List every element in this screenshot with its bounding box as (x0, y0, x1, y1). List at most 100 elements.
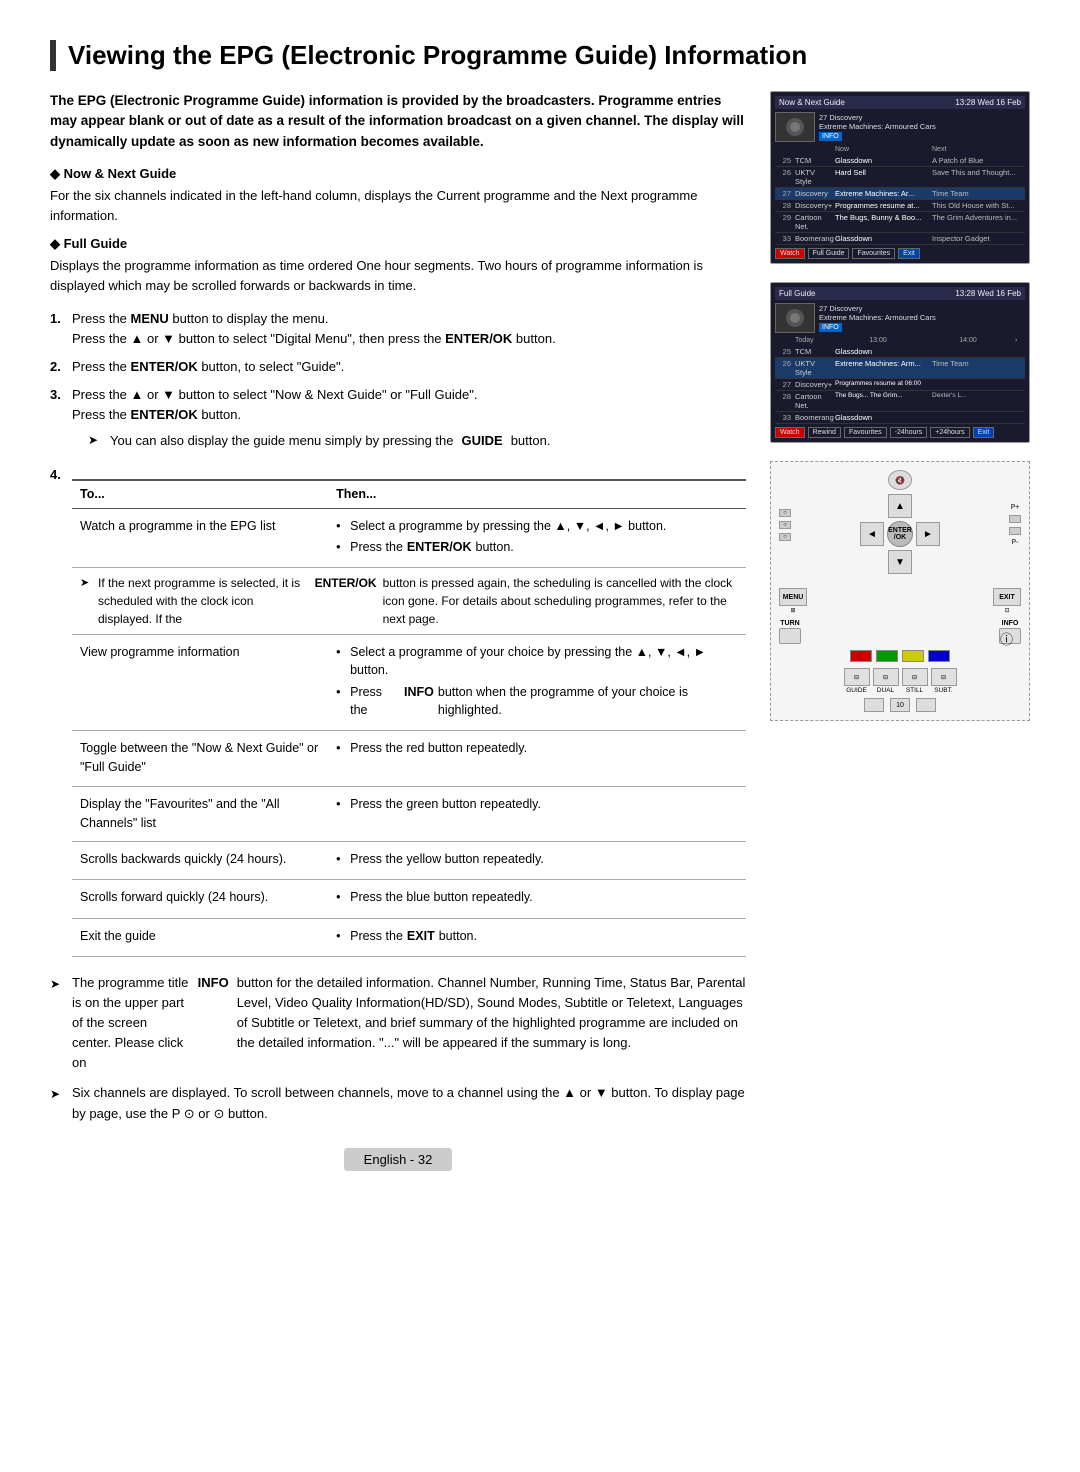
table-cell-instructions: Select a programme by pressing the ▲, ▼,… (328, 509, 746, 568)
epg-row-selected: 27 Discovery Extreme Machines: Ar... Tim… (775, 188, 1025, 200)
remote-menu-icon: ⊞ (790, 607, 795, 614)
remote-still-button[interactable]: ⊟ (902, 668, 928, 686)
epg-full-24h-back-btn: -24hours (890, 427, 928, 438)
remote-exit-button[interactable]: EXIT (993, 588, 1021, 606)
remote-dual-button[interactable]: ⊟ (873, 668, 899, 686)
remote-yellow-button[interactable] (902, 650, 924, 662)
table-cell-action: Toggle between the "Now & Next Guide" or… (72, 730, 328, 786)
footer-badge: English - 32 (50, 1148, 746, 1171)
remote-color-buttons (850, 650, 950, 662)
remote-info-label: INFO (1002, 620, 1019, 627)
remote-indicator-2: ○ (779, 521, 791, 529)
remote-down-button[interactable]: ▼ (888, 550, 912, 574)
remote-subt-label: SUBT. (934, 687, 952, 694)
epg-full-info-badge: INFO (819, 323, 842, 332)
table-row: Scrolls forward quickly (24 hours). Pres… (72, 880, 746, 918)
remote-diagram: ○ ○ ○ 🔇 ▲ ▼ ◄ ► ENTER/OK (770, 461, 1030, 721)
remote-up-button[interactable]: ▲ (888, 494, 912, 518)
guide-table: To... Then... Watch a programme in the E… (72, 479, 746, 957)
epg-now-next-rows: 25 TCM Glassdown A Patch of Blue 26 UKTV… (775, 155, 1025, 245)
epg-full-controls: Watch Rewind Favourites -24hours +24hour… (775, 427, 1025, 438)
instruction-item: Press the blue button repeatedly. (336, 888, 738, 906)
remote-right-button[interactable]: ► (916, 522, 940, 546)
remote-turn-label: TURN (780, 620, 799, 627)
remote-p-minus: P- (1012, 539, 1019, 546)
step-1-content: Press the MENU button to display the men… (72, 309, 746, 349)
remote-subt-button[interactable]: ⊟ (931, 668, 957, 686)
epg-full-rows: 25 TCM Glassdown 26 UKTV Style Extreme M… (775, 346, 1025, 424)
remote-enter-button[interactable]: ENTER/OK (887, 521, 913, 547)
bottom-note-2: Six channels are displayed. To scroll be… (50, 1083, 746, 1123)
instruction-item: Press the yellow button repeatedly. (336, 850, 738, 868)
table-cell-action: Watch a programme in the EPG list (72, 509, 328, 568)
step-1-num: 1. (50, 309, 64, 349)
epg-full-channel: 27 Discovery (819, 304, 1025, 313)
table-cell-instructions: Select a programme of your choice by pre… (328, 635, 746, 731)
bottom-note-1: The programme title is on the upper part… (50, 973, 746, 1074)
step-3: 3. Press the ▲ or ▼ button to select "No… (50, 385, 746, 457)
epg-favourites-btn: Favourites (852, 248, 895, 259)
remote-guide-button[interactable]: ⊟ (844, 668, 870, 686)
epg-row: 25 TCM Glassdown A Patch of Blue (775, 155, 1025, 167)
instruction-item: Press the INFO button when the programme… (336, 683, 738, 719)
instruction-item: Select a programme by pressing the ▲, ▼,… (336, 517, 738, 535)
epg-full-time-headers: Today 13:00 14:00 › (775, 336, 1025, 346)
bottom-notes: The programme title is on the upper part… (50, 973, 746, 1124)
epg-row: 33 Boomerang Glassdown Inspector Gadget (775, 233, 1025, 245)
step-3-num: 3. (50, 385, 64, 457)
epg-full-fav-btn: Favourites (844, 427, 887, 438)
remote-ch-btn[interactable] (1009, 527, 1021, 535)
table-row: Display the "Favourites" and the "All Ch… (72, 786, 746, 842)
remote-dual-label: DUAL (877, 687, 894, 694)
remote-mute-icon[interactable]: 🔇 (888, 470, 912, 490)
epg-full-programme: Extreme Machines: Armoured Cars (819, 313, 1025, 322)
step-4: 4. To... Then... Watch a programme in th… (50, 465, 746, 957)
steps-list: 1. Press the MENU button to display the … (50, 309, 746, 457)
remote-p-plus: P+ (1011, 504, 1020, 511)
epg-programme-name: Extreme Machines: Armoured Cars (819, 122, 1025, 131)
section-now-next: Now & Next Guide For the six channels in… (50, 166, 746, 226)
section-now-next-header: Now & Next Guide (50, 166, 746, 182)
epg-now-next-controls: Watch Full Guide Favourites Exit (775, 248, 1025, 259)
epg-full-guide-btn: Full Guide (808, 248, 850, 259)
remote-indicator-3: ○ (779, 533, 791, 541)
epg-full-24h-fwd-btn: +24hours (930, 427, 969, 438)
epg-channel-name: 27 Discovery (819, 113, 1025, 122)
intro-text: The EPG (Electronic Programme Guide) inf… (50, 91, 746, 152)
remote-red-button[interactable] (850, 650, 872, 662)
instruction-item: Press the red button repeatedly. (336, 739, 738, 757)
step-1: 1. Press the MENU button to display the … (50, 309, 746, 349)
remote-menu-button[interactable]: MENU (779, 588, 807, 606)
instruction-item: Select a programme of your choice by pre… (336, 643, 738, 679)
remote-green-button[interactable] (876, 650, 898, 662)
remote-info-button[interactable]: ⓘ (999, 628, 1021, 644)
epg-full-thumbnail (775, 303, 815, 333)
remote-small-btn-2[interactable]: 10 (890, 698, 910, 712)
remote-left-button[interactable]: ◄ (860, 522, 884, 546)
epg-full-info: 27 Discovery Extreme Machines: Armoured … (819, 304, 1025, 332)
epg-exit-btn: Exit (898, 248, 920, 259)
epg-full-rewind-btn: Rewind (808, 427, 841, 438)
table-cell-action: Scrolls forward quickly (24 hours). (72, 880, 328, 918)
table-note-cell: If the next programme is selected, it is… (72, 568, 746, 635)
remote-blue-button[interactable] (928, 650, 950, 662)
table-row: Toggle between the "Now & Next Guide" or… (72, 730, 746, 786)
table-col-to: To... (72, 480, 328, 509)
epg-watch-btn: Watch (775, 248, 805, 259)
remote-turn-button[interactable] (779, 628, 801, 644)
epg-now-next-title: Now & Next Guide (779, 98, 845, 107)
table-cell-action: Exit the guide (72, 918, 328, 956)
remote-dpad: ▲ ▼ ◄ ► ENTER/OK (860, 494, 940, 574)
remote-small-btn-1[interactable] (864, 698, 884, 712)
epg-now-next-date: 13:28 Wed 16 Feb (955, 98, 1021, 107)
epg-now-next-header: 27 Discovery Extreme Machines: Armoured … (775, 112, 1025, 142)
right-column: Now & Next Guide 13:28 Wed 16 Feb 27 Dis… (770, 91, 1030, 1171)
remote-small-btn-3[interactable] (916, 698, 936, 712)
remote-exit-icon: ⊡ (1004, 607, 1009, 614)
remote-vol-btn[interactable] (1009, 515, 1021, 523)
epg-row: 29 Cartoon Net. The Bugs, Bunny & Boo...… (775, 212, 1025, 233)
step-2-content: Press the ENTER/OK button, to select "Gu… (72, 357, 746, 377)
section-full-guide-header: Full Guide (50, 236, 746, 252)
epg-full-title: Full Guide (779, 289, 815, 298)
step-2: 2. Press the ENTER/OK button, to select … (50, 357, 746, 377)
